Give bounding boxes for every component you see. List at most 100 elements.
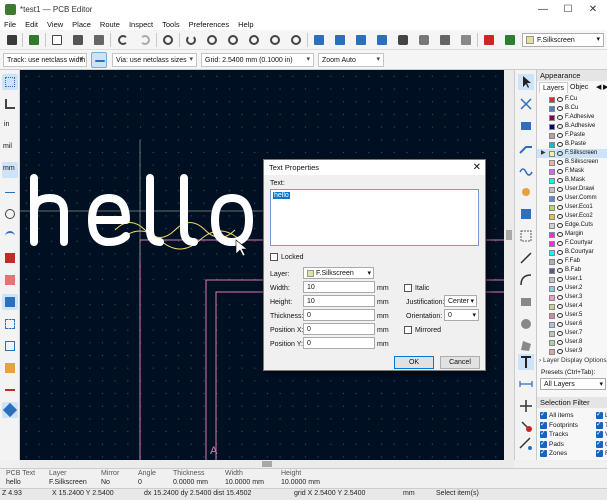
visibility-eye-icon[interactable] bbox=[557, 106, 563, 111]
selection-filter-item[interactable]: Footprints bbox=[540, 420, 578, 429]
cursor-crosshair-icon[interactable] bbox=[2, 184, 18, 200]
layer-row[interactable]: F.Adhesive bbox=[537, 113, 607, 122]
unlock-icon[interactable] bbox=[416, 32, 432, 48]
layer-color-swatch[interactable] bbox=[549, 159, 555, 166]
menu-file[interactable]: File bbox=[4, 20, 16, 29]
layer-row[interactable]: User.2 bbox=[537, 284, 607, 293]
vertical-scrollbar[interactable] bbox=[504, 70, 514, 460]
rule-area-icon[interactable] bbox=[518, 228, 534, 244]
menu-view[interactable]: View bbox=[47, 20, 63, 29]
zoom-select[interactable]: Zoom Auto ▾ bbox=[318, 53, 384, 67]
layer-color-swatch[interactable] bbox=[549, 168, 555, 175]
selection-filter-item[interactable]: Oth bbox=[596, 458, 607, 460]
visibility-eye-icon[interactable] bbox=[557, 205, 563, 210]
visibility-eye-icon[interactable] bbox=[557, 304, 563, 309]
zoom-objects-icon[interactable] bbox=[267, 32, 283, 48]
route-track-icon[interactable] bbox=[518, 140, 534, 156]
layer-row[interactable]: User.7 bbox=[537, 329, 607, 338]
refresh-icon[interactable] bbox=[183, 32, 199, 48]
layer-color-swatch[interactable] bbox=[549, 249, 555, 256]
layer-color-swatch[interactable] bbox=[549, 285, 555, 292]
tab-objects[interactable]: Objec bbox=[567, 82, 591, 93]
inches-icon[interactable]: in bbox=[2, 118, 18, 134]
tab-layers[interactable]: Layers bbox=[539, 82, 569, 93]
layer-color-swatch[interactable] bbox=[549, 96, 555, 103]
layer-color-swatch[interactable] bbox=[549, 123, 555, 130]
mils-icon[interactable]: mil bbox=[2, 140, 18, 156]
layer-row[interactable]: F.Paste bbox=[537, 131, 607, 140]
visibility-eye-icon[interactable] bbox=[557, 178, 563, 183]
justification-dropdown[interactable]: Center ▾ bbox=[444, 295, 477, 307]
mirrored-checkbox[interactable] bbox=[404, 326, 412, 334]
undo-icon[interactable] bbox=[115, 32, 131, 48]
auto-track-width-icon[interactable] bbox=[91, 52, 107, 68]
mirror-icon[interactable] bbox=[374, 32, 390, 48]
checkbox-checked-icon[interactable] bbox=[540, 439, 547, 448]
selection-filter-item[interactable]: Dimensions bbox=[540, 458, 583, 460]
layer-color-swatch[interactable] bbox=[549, 114, 555, 121]
rotate-ccw-icon[interactable] bbox=[311, 32, 327, 48]
group-icon[interactable] bbox=[437, 32, 453, 48]
layer-color-swatch[interactable] bbox=[549, 132, 555, 139]
via-size-select[interactable]: Via: use netclass sizes ▾ bbox=[112, 53, 197, 67]
visibility-eye-icon[interactable] bbox=[557, 169, 563, 174]
menu-help[interactable]: Help bbox=[238, 20, 253, 29]
visibility-eye-icon[interactable] bbox=[557, 259, 563, 264]
maximize-icon[interactable]: ☐ bbox=[555, 0, 581, 18]
layer-color-swatch[interactable] bbox=[549, 258, 555, 265]
layer-color-swatch[interactable] bbox=[549, 213, 555, 220]
zoom-selection-icon[interactable] bbox=[288, 32, 304, 48]
layer-color-swatch[interactable] bbox=[549, 267, 555, 274]
ungroup-icon[interactable] bbox=[458, 32, 474, 48]
checkbox-checked-icon[interactable] bbox=[540, 420, 547, 429]
visibility-eye-icon[interactable] bbox=[557, 214, 563, 219]
polar-coords-icon[interactable] bbox=[2, 96, 18, 112]
save-icon[interactable] bbox=[4, 32, 20, 48]
vertical-scroll-thumb[interactable] bbox=[506, 230, 512, 240]
net-highlight-icon[interactable] bbox=[2, 382, 18, 398]
checkbox-checked-icon[interactable] bbox=[596, 429, 603, 438]
layer-display-options[interactable]: › Layer Display Options bbox=[539, 357, 607, 364]
visibility-eye-icon[interactable] bbox=[557, 124, 563, 129]
checkbox-checked-icon[interactable] bbox=[540, 448, 547, 457]
visibility-eye-icon[interactable] bbox=[557, 340, 563, 345]
selection-filter-item[interactable]: Rule bbox=[596, 448, 607, 457]
print-icon[interactable] bbox=[70, 32, 86, 48]
locked-checkbox[interactable] bbox=[270, 253, 278, 261]
zoom-in-icon[interactable] bbox=[204, 32, 220, 48]
italic-checkbox[interactable] bbox=[404, 284, 412, 292]
layer-color-swatch[interactable] bbox=[549, 276, 555, 283]
layer-row[interactable]: Edge.Cuts bbox=[537, 221, 607, 230]
zoom-out-icon[interactable] bbox=[225, 32, 241, 48]
layer-color-swatch[interactable] bbox=[549, 195, 555, 202]
measure-tool-icon[interactable] bbox=[518, 436, 534, 452]
visibility-eye-icon[interactable] bbox=[557, 196, 563, 201]
layer-selector[interactable]: F.Silkscreen ▾ bbox=[522, 33, 604, 47]
visibility-eye-icon[interactable] bbox=[557, 97, 563, 102]
layer-row[interactable]: B.Paste bbox=[537, 140, 607, 149]
zone-outline-icon[interactable] bbox=[2, 272, 18, 288]
layer-row[interactable]: B.Adhesive bbox=[537, 122, 607, 131]
ratsnest-icon[interactable] bbox=[2, 206, 18, 222]
layer-row[interactable]: User.9 bbox=[537, 347, 607, 356]
add-dimension-icon[interactable] bbox=[518, 376, 534, 392]
checkbox-checked-icon[interactable] bbox=[596, 458, 603, 460]
layer-row[interactable]: B.Cu bbox=[537, 104, 607, 113]
menu-edit[interactable]: Edit bbox=[25, 20, 38, 29]
layer-row[interactable]: B.Courtyar bbox=[537, 248, 607, 257]
minimize-icon[interactable]: — bbox=[530, 0, 556, 18]
layer-row[interactable]: B.Fab bbox=[537, 266, 607, 275]
cancel-button[interactable]: Cancel bbox=[440, 356, 480, 369]
visibility-eye-icon[interactable] bbox=[557, 115, 563, 120]
show-zones-icon[interactable] bbox=[2, 250, 18, 266]
add-zone-icon[interactable] bbox=[518, 206, 534, 222]
draw-polygon-icon[interactable] bbox=[518, 338, 534, 354]
layer-row[interactable]: User.Comm bbox=[537, 194, 607, 203]
pad-fill-icon[interactable] bbox=[2, 294, 18, 310]
layer-color-swatch[interactable] bbox=[549, 348, 555, 355]
layer-row[interactable]: User.1 bbox=[537, 275, 607, 284]
visibility-eye-icon[interactable] bbox=[557, 349, 563, 354]
selection-filter-item[interactable]: Zones bbox=[540, 448, 567, 457]
layer-color-swatch[interactable] bbox=[549, 231, 555, 238]
lock-icon[interactable] bbox=[395, 32, 411, 48]
